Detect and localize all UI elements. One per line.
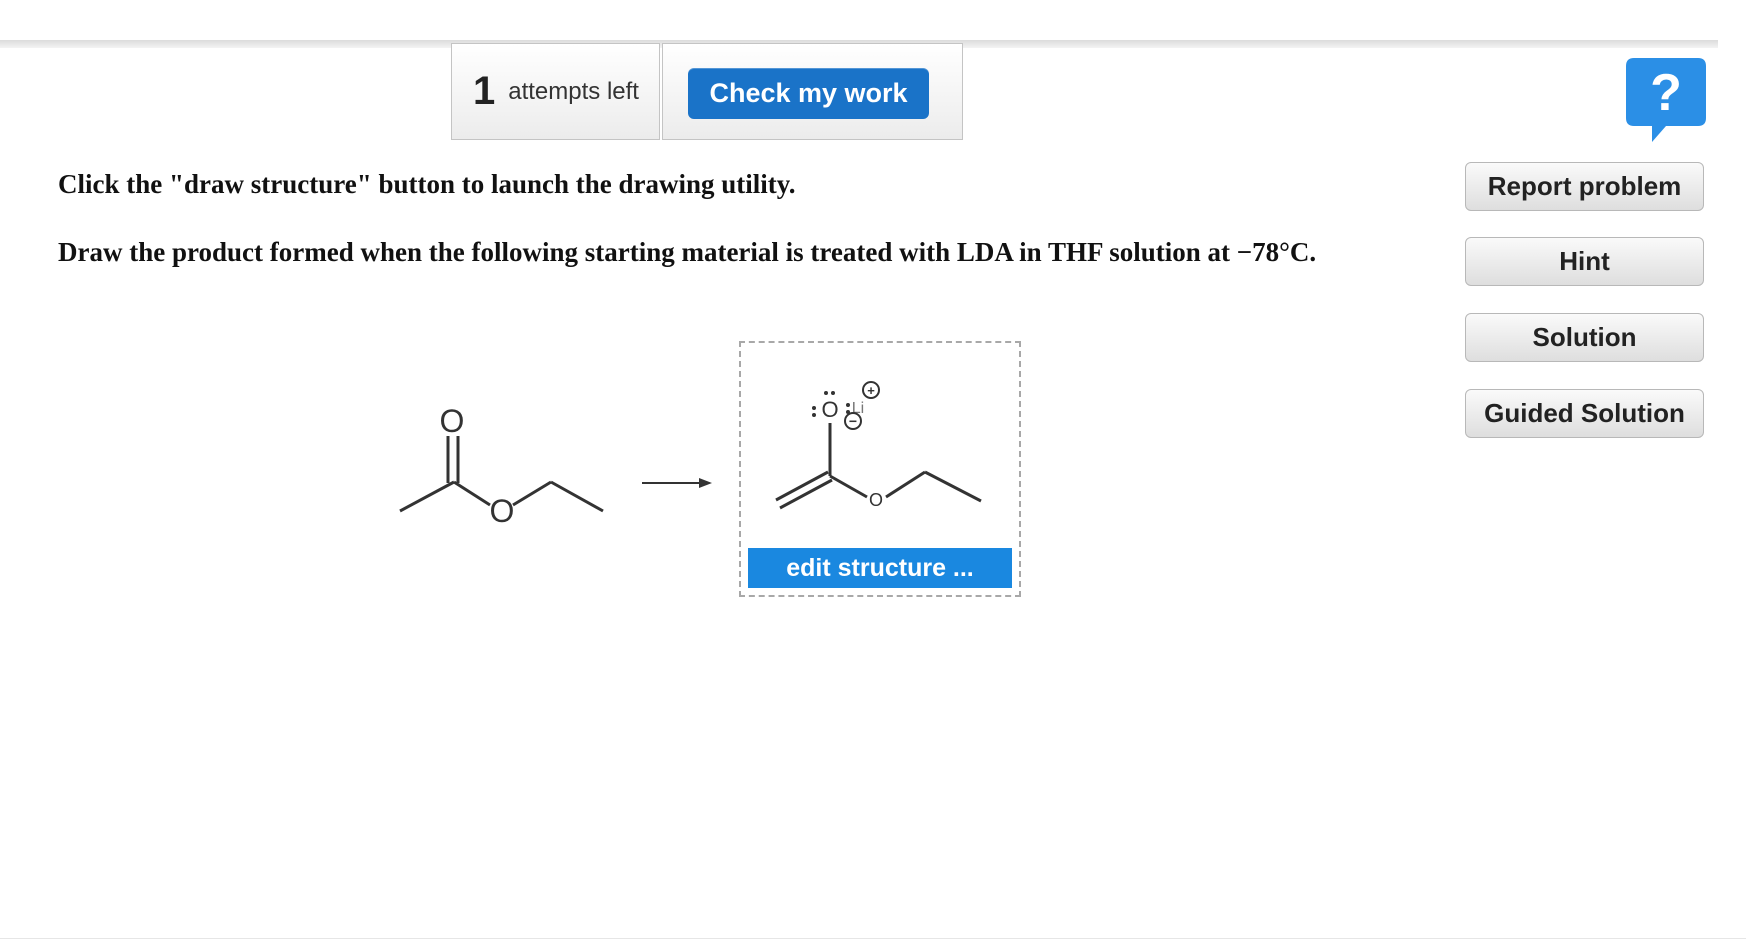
attempts-count: 1	[473, 69, 496, 113]
check-my-work-button[interactable]: Check my work	[688, 68, 929, 119]
attempts-panel: 1 attempts left	[451, 43, 660, 140]
reactant-ester-oxygen: O	[490, 493, 515, 529]
edit-structure-button[interactable]: edit structure ...	[748, 548, 1012, 588]
hint-button[interactable]: Hint	[1465, 237, 1704, 286]
help-glyph: ?	[1650, 64, 1682, 122]
guided-solution-button[interactable]: Guided Solution	[1465, 389, 1704, 438]
solution-button[interactable]: Solution	[1465, 313, 1704, 362]
attempts-label: attempts left	[508, 77, 639, 105]
check-panel: Check my work	[662, 43, 963, 140]
reactant-carbonyl-oxygen: O	[440, 403, 465, 439]
report-problem-button[interactable]: Report problem	[1465, 162, 1704, 211]
question-text: Draw the product formed when the followi…	[58, 237, 1317, 267]
instruction-text: Click the "draw structure" button to lau…	[58, 169, 796, 199]
question-bubble-icon[interactable]: ?	[1626, 58, 1706, 142]
bottom-rule	[0, 938, 1746, 939]
